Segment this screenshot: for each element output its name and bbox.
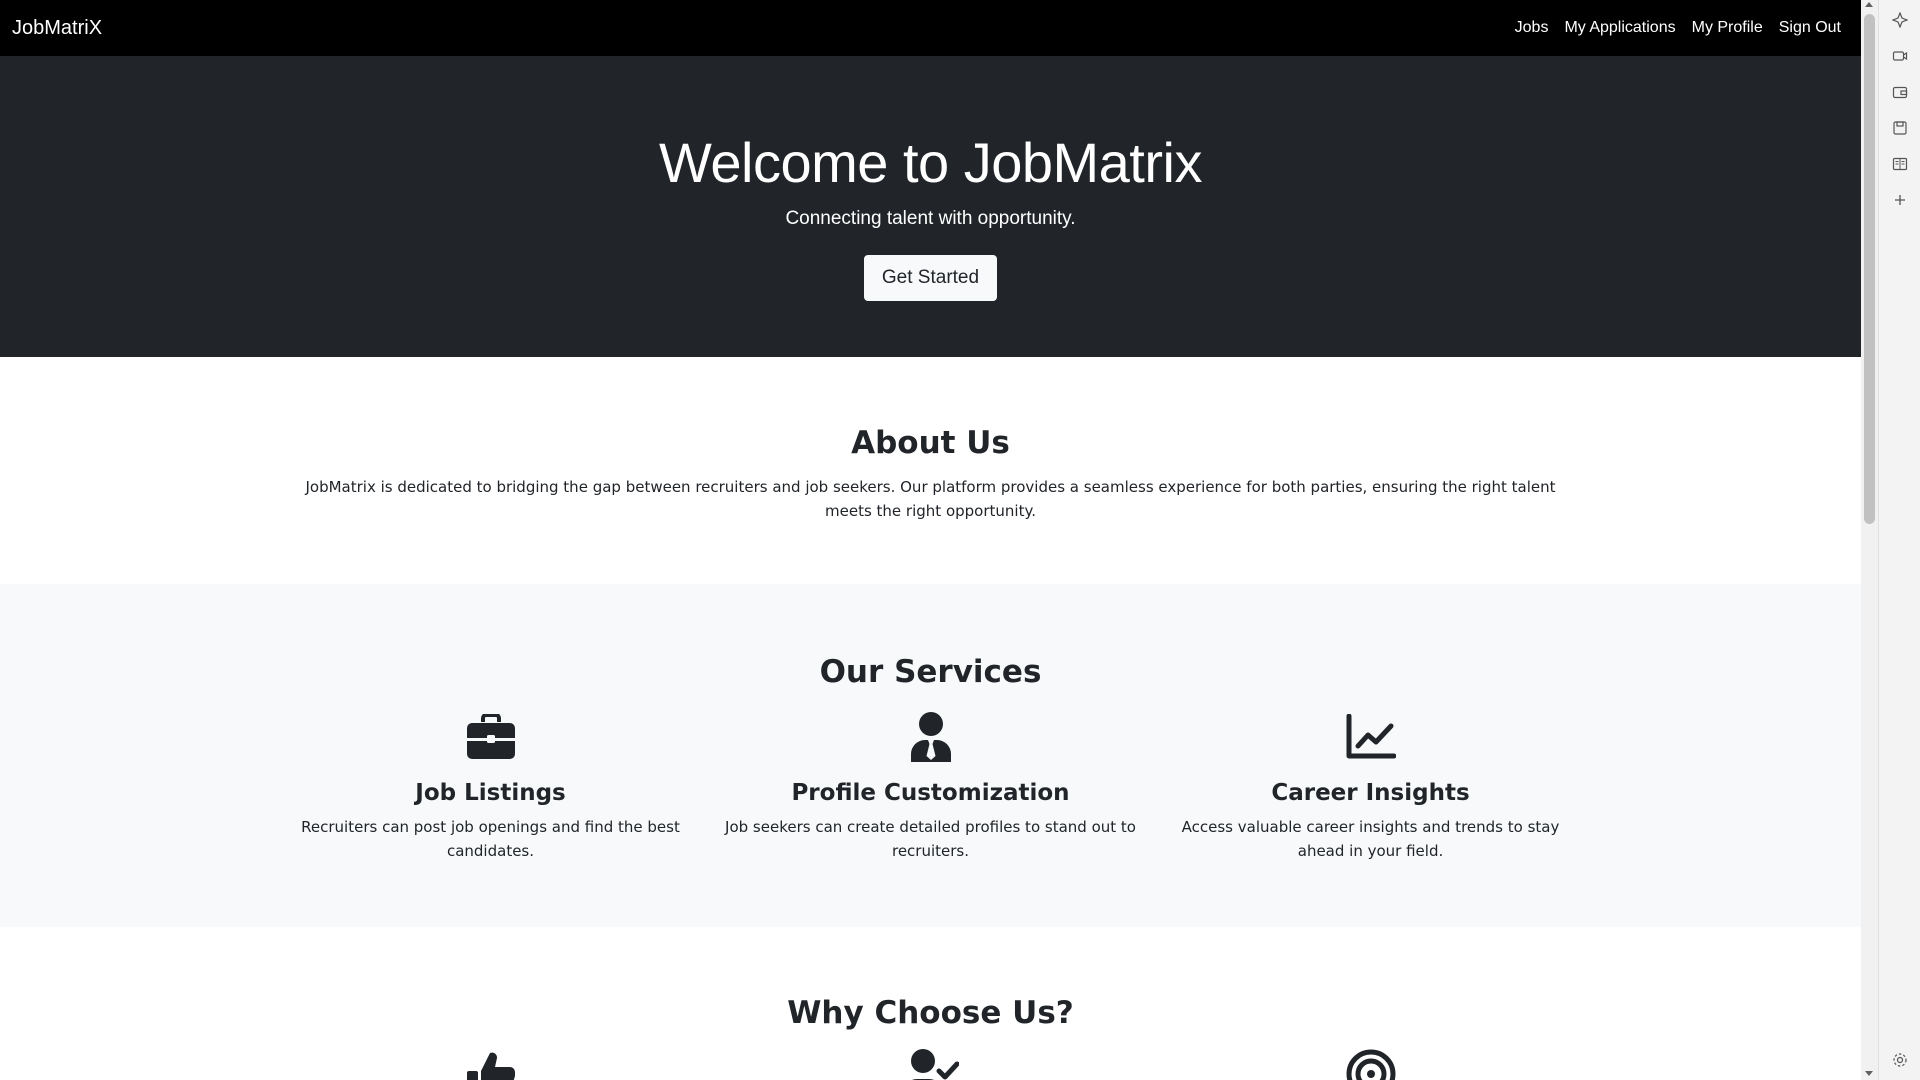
about-text: JobMatrix is dedicated to bridging the g… [305,478,1556,520]
person-tie-icon [711,712,1151,762]
service-card-profile-customization: Profile Customization Job seekers can cr… [711,712,1151,863]
page: JobMatriX Jobs My Applications My Profil… [0,0,1861,1080]
service-card-job-listings: Job Listings Recruiters can post job ope… [271,712,711,863]
hero-section: Welcome to JobMatrix Connecting talent w… [0,56,1861,357]
line-chart-icon [1151,712,1591,762]
page-scrollbar[interactable] [1861,0,1878,1080]
service-title: Job Listings [415,780,566,806]
services-title: Our Services [819,654,1042,690]
about-title: About Us [851,425,1010,461]
service-text: Job seekers can create detailed profiles… [725,818,1136,860]
hero-title: Welcome to JobMatrix [659,131,1202,194]
why-title: Why Choose Us? [787,995,1074,1031]
nav-link-my-applications[interactable]: My Applications [1556,19,1683,37]
service-text: Access valuable career insights and tren… [1181,818,1560,860]
nav-link-jobs[interactable]: Jobs [1507,19,1557,37]
hero-subtitle: Connecting talent with opportunity. [785,208,1076,230]
user-check-icon [711,1049,1151,1080]
browser-side-panel [1878,0,1920,1080]
why-section: Why Choose Us? [0,927,1861,1080]
navbar: JobMatriX Jobs My Applications My Profil… [0,0,1861,56]
nav-link-sign-out[interactable]: Sign Out [1771,19,1849,37]
wallet-icon[interactable] [1891,83,1909,101]
scrollbar-thumb[interactable] [1864,14,1875,524]
save-icon[interactable] [1891,119,1909,137]
settings-icon[interactable] [1891,1051,1909,1069]
copilot-icon[interactable] [1891,11,1909,29]
brand-logo[interactable]: JobMatriX [12,17,102,40]
services-section: Our Services Job Listings Recruiters can… [0,584,1861,927]
nav-links: Jobs My Applications My Profile Sign Out [1507,19,1849,37]
service-card-career-insights: Career Insights Access valuable career i… [1151,712,1591,863]
media-icon[interactable] [1891,47,1909,65]
get-started-button[interactable]: Get Started [863,255,998,302]
add-icon[interactable] [1891,191,1909,209]
briefcase-icon [271,712,711,762]
about-section: About Us JobMatrix is dedicated to bridg… [0,357,1861,584]
nav-link-my-profile[interactable]: My Profile [1684,19,1771,37]
service-title: Career Insights [1271,780,1470,806]
service-title: Profile Customization [791,780,1070,806]
why-icons [0,1049,1861,1080]
services-cards: Job Listings Recruiters can post job ope… [0,712,1861,863]
thumbs-up-icon [271,1049,711,1080]
reading-icon[interactable] [1891,155,1909,173]
target-icon [1151,1049,1591,1080]
scroll-up-arrow-icon[interactable] [1865,2,1873,7]
service-text: Recruiters can post job openings and fin… [301,818,680,860]
scroll-down-arrow-icon[interactable] [1865,1071,1873,1076]
